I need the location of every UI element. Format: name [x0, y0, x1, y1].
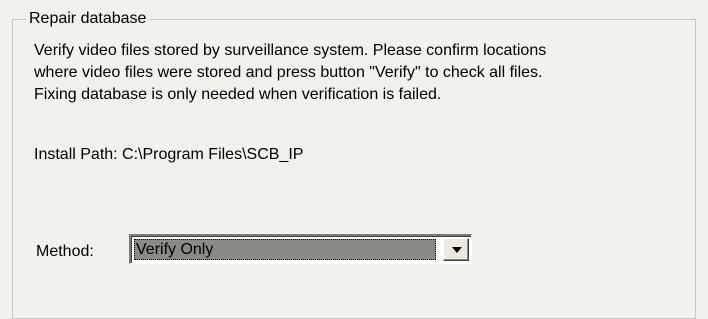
description-line: Verify video files stored by surveillanc…: [34, 42, 547, 59]
chevron-down-icon: [452, 247, 462, 253]
description-text: Verify video files stored by surveillanc…: [34, 40, 694, 106]
method-selected-value[interactable]: Verify Only: [134, 239, 436, 260]
dropdown-button[interactable]: [443, 238, 469, 261]
method-label: Method:: [36, 243, 94, 260]
description-line: Fixing database is only needed when veri…: [34, 86, 442, 103]
install-path-text: Install Path: C:\Program Files\SCB_IP: [34, 146, 304, 163]
method-select[interactable]: Verify Only: [129, 234, 472, 264]
description-line: where video files were stored and press …: [34, 64, 543, 81]
group-title: Repair database: [26, 10, 150, 28]
